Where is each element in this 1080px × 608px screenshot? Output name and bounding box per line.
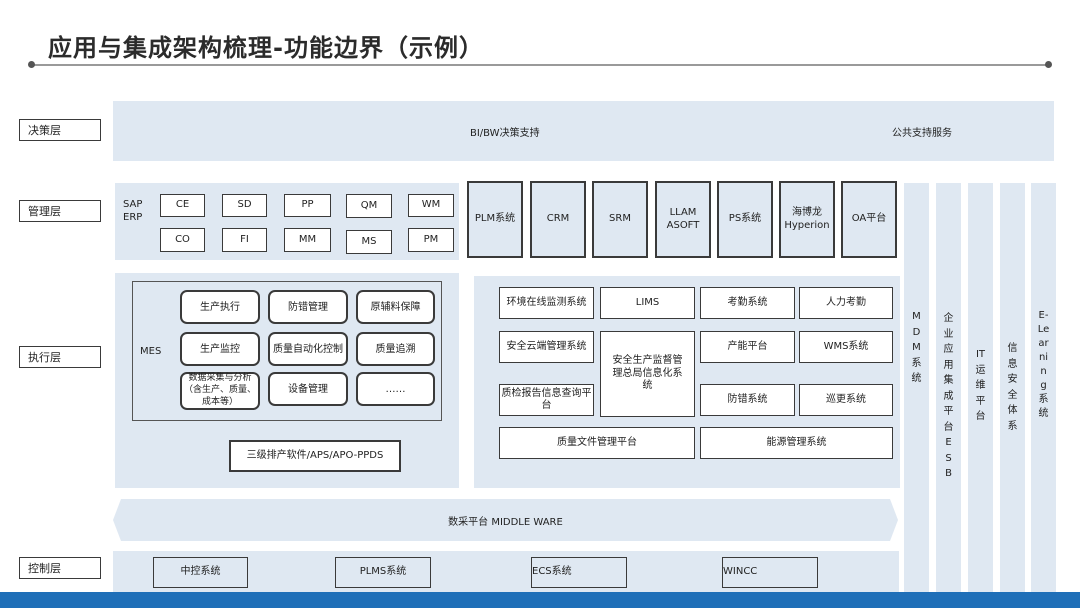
sap-module-box[interactable]: SD: [222, 194, 267, 217]
hr-attendance-box[interactable]: 人力考勤: [799, 287, 893, 319]
mgmt-system-box[interactable]: OA平台: [841, 181, 897, 258]
layer-label-decision: 决策层: [19, 119, 101, 141]
sap-module-box[interactable]: CO: [160, 228, 205, 252]
vertical-column-elearning[interactable]: E-Learning系统: [1031, 183, 1056, 593]
mes-cell[interactable]: 质量追溯: [356, 332, 435, 366]
vertical-column-label: 信息安全体系: [1007, 343, 1018, 432]
page-title: 应用与集成架构梳理-功能边界（示例）: [48, 34, 484, 62]
vertical-column-mdm[interactable]: MDM系统: [904, 183, 929, 593]
divider-dot-right: [1045, 61, 1052, 68]
bi-support-label: BI/BW决策支持: [470, 128, 540, 139]
mes-cell[interactable]: 生产执行: [180, 290, 260, 324]
mgmt-system-box[interactable]: 海博龙 Hyperion: [779, 181, 835, 258]
mes-cell[interactable]: 原辅料保障: [356, 290, 435, 324]
env-monitor-box[interactable]: 环境在线监测系统: [499, 287, 594, 319]
energy-box[interactable]: 能源管理系统: [700, 427, 893, 459]
sap-module-box[interactable]: MM: [284, 228, 331, 252]
sap-erp-label: SAP ERP: [123, 199, 143, 223]
mgmt-system-box[interactable]: SRM: [592, 181, 648, 258]
divider-dot-left: [28, 61, 35, 68]
qc-report-box[interactable]: 质检报告信息查询平台: [499, 384, 594, 416]
middleware-label: 数采平台 MIDDLE WARE: [448, 516, 563, 528]
control-system-box[interactable]: ECS系统: [531, 557, 627, 588]
sap-module-box[interactable]: QM: [346, 194, 392, 218]
mes-label: MES: [140, 346, 162, 357]
sap-module-box[interactable]: MS: [346, 230, 392, 254]
attendance-box[interactable]: 考勤系统: [700, 287, 795, 319]
patrol-box[interactable]: 巡更系统: [799, 384, 893, 416]
mes-cell[interactable]: 数据采集与分析（含生产、质量、成本等）: [180, 372, 260, 410]
capacity-platform-box[interactable]: 产能平台: [700, 331, 795, 363]
aps-box[interactable]: 三级排产软件/APS/APO-PPDS: [229, 440, 401, 472]
vertical-column-it-ops[interactable]: IT运维平台: [968, 183, 993, 593]
vertical-column-esb[interactable]: 企业应用集成平台ESB: [936, 183, 961, 593]
public-support-label: 公共支持服务: [892, 128, 952, 139]
layer-label-control: 控制层: [19, 557, 101, 579]
quality-doc-box[interactable]: 质量文件管理平台: [499, 427, 695, 459]
title-divider: [30, 64, 1050, 66]
anti-error-box[interactable]: 防错系统: [700, 384, 795, 416]
layer-label-management: 管理层: [19, 200, 101, 222]
middleware-band: 数采平台 MIDDLE WARE: [113, 499, 898, 541]
mes-cell[interactable]: 生产监控: [180, 332, 260, 366]
vertical-column-label: 企业应用集成平台ESB: [943, 313, 954, 479]
lims-box[interactable]: LIMS: [600, 287, 695, 319]
sap-module-box[interactable]: PM: [408, 228, 454, 252]
control-system-box[interactable]: WINCC: [722, 557, 818, 588]
mes-cell[interactable]: 防错管理: [268, 290, 348, 324]
mes-cell[interactable]: 质量自动化控制: [268, 332, 348, 366]
vertical-column-label: E-Learning系统: [1037, 310, 1050, 419]
sap-module-box[interactable]: WM: [408, 194, 454, 217]
safety-central-box[interactable]: 安全生产监督管理总局信息化系统: [600, 331, 695, 417]
mgmt-system-box[interactable]: PS系统: [717, 181, 773, 258]
sap-module-box[interactable]: PP: [284, 194, 331, 217]
safety-cloud-box[interactable]: 安全云端管理系统: [499, 331, 594, 363]
mes-cell[interactable]: 设备管理: [268, 372, 348, 406]
sap-module-box[interactable]: CE: [160, 194, 205, 217]
layer-label-execution: 执行层: [19, 346, 101, 368]
vertical-column-label: MDM系统: [911, 311, 922, 384]
sap-module-box[interactable]: FI: [222, 228, 267, 252]
mes-cell[interactable]: ……: [356, 372, 435, 406]
vertical-column-label: IT运维平台: [975, 349, 986, 422]
control-system-box[interactable]: PLMS系统: [335, 557, 431, 588]
mgmt-system-box[interactable]: LLAM ASOFT: [655, 181, 711, 258]
wms-box[interactable]: WMS系统: [799, 331, 893, 363]
mgmt-system-box[interactable]: PLM系统: [467, 181, 523, 258]
footer-bar: [0, 592, 1080, 608]
vertical-column-security[interactable]: 信息安全体系: [1000, 183, 1025, 593]
mgmt-system-box[interactable]: CRM: [530, 181, 586, 258]
control-system-box[interactable]: 中控系统: [153, 557, 248, 588]
